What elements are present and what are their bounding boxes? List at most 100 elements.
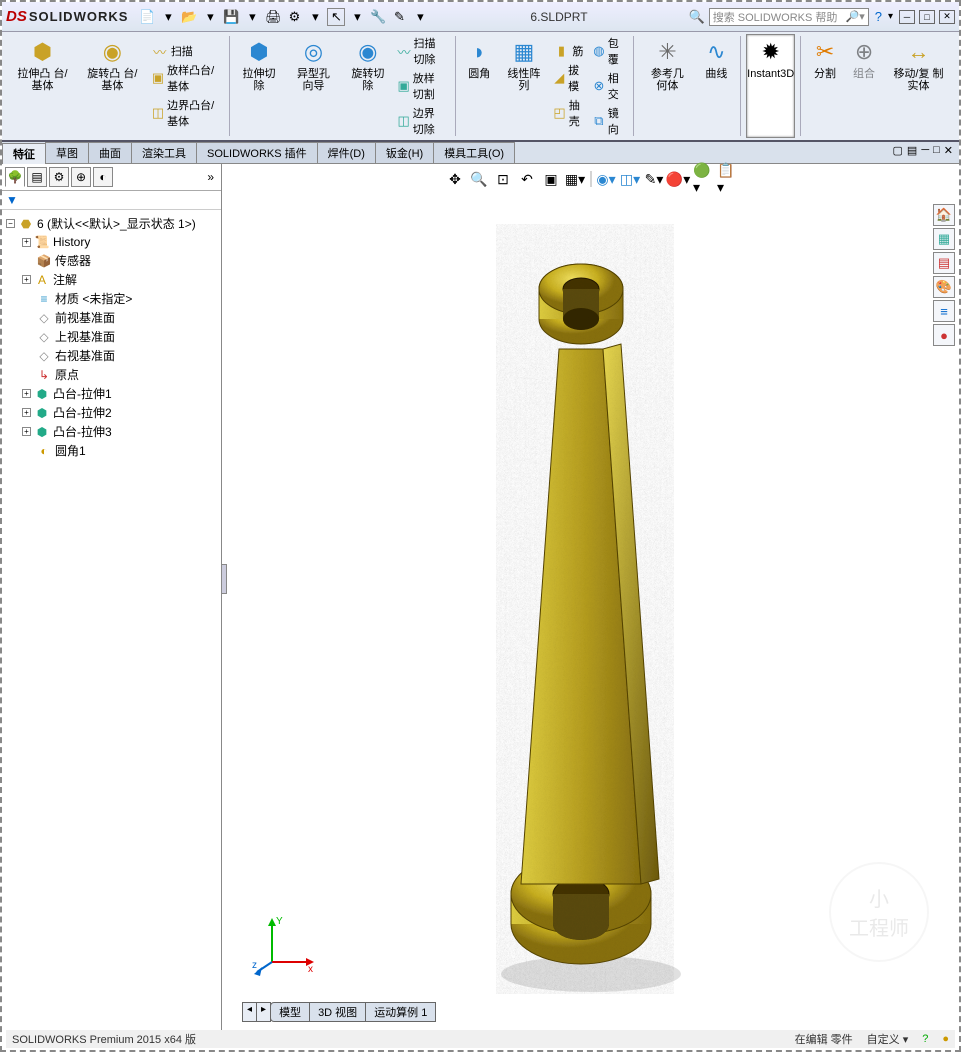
revolve-boss-button[interactable]: ◉旋转凸 台/基体 (78, 34, 147, 138)
curves-button[interactable]: ∿曲线 (697, 34, 735, 138)
extrude-boss-button[interactable]: ⬢拉伸凸 台/基体 (8, 34, 77, 138)
wrap-button[interactable]: ◍包覆 (589, 34, 628, 68)
expand-icon[interactable]: + (22, 427, 31, 436)
tab-features[interactable]: 特征 (2, 143, 46, 164)
hole-wizard-button[interactable]: ◎异型孔 向导 (285, 34, 343, 138)
mirror-button[interactable]: ⧉镜向 (589, 104, 628, 138)
close-button[interactable]: ✕ (939, 10, 955, 24)
minimize-button[interactable]: ─ (899, 10, 915, 24)
doc-maximize-button[interactable]: □ (933, 144, 940, 161)
tree-item[interactable]: ◐圆角1 (4, 441, 219, 460)
appearances-icon[interactable]: ≡ (933, 300, 955, 322)
section-icon[interactable]: ▣ (542, 170, 560, 188)
search-input[interactable]: 搜索 SOLIDWORKS 帮助🔎▾ (709, 8, 869, 26)
orientation-triad[interactable]: Y x z (252, 912, 322, 982)
expand-icon[interactable]: − (6, 219, 15, 228)
doc-minimize-button[interactable]: ─ (921, 144, 929, 161)
tree-root[interactable]: −⬣6 (默认<<默认>_显示状态 1>) (4, 214, 219, 233)
doc-close-button[interactable]: ✕ (944, 144, 953, 161)
expand-icon[interactable]: + (22, 238, 31, 247)
tree-item[interactable]: +📜History (4, 233, 219, 251)
custom-props-icon[interactable]: ● (933, 324, 955, 346)
dropdown-icon[interactable]: ▾ (201, 8, 219, 26)
zoom-area-icon[interactable]: ⊡ (494, 170, 512, 188)
zoom-fit-icon[interactable]: 🔍 (470, 170, 488, 188)
tab-scroll-left-icon[interactable]: ◂ (242, 1002, 257, 1022)
display-style-icon[interactable]: ▦▾ (566, 170, 584, 188)
select-icon[interactable]: ↖ (327, 8, 345, 26)
help-icon[interactable]: ? (875, 9, 882, 24)
tab-weldments[interactable]: 焊件(D) (317, 142, 376, 163)
extrude-cut-button[interactable]: ⬢拉伸切 除 (234, 34, 283, 138)
appearance-icon[interactable]: 🔴▾ (669, 170, 687, 188)
maximize-button[interactable]: □ (919, 10, 935, 24)
tree-item[interactable]: ◇右视基准面 (4, 346, 219, 365)
tree-item[interactable]: +⬢凸台-拉伸3 (4, 422, 219, 441)
sweep-button[interactable]: 〰扫描 (148, 42, 224, 60)
move-copy-button[interactable]: ↔移动/复 制实体 (884, 34, 953, 138)
new-doc-icon[interactable]: 📄 (138, 8, 156, 26)
tree-item[interactable]: ◇前视基准面 (4, 308, 219, 327)
rib-button[interactable]: ▮筋 (549, 42, 588, 60)
tab-render[interactable]: 渲染工具 (131, 142, 197, 163)
tree-item[interactable]: ◇上视基准面 (4, 327, 219, 346)
panel-collapse-icon[interactable]: » (207, 170, 214, 184)
3dview-tab[interactable]: 3D 视图 (309, 1002, 366, 1022)
loft-button[interactable]: ▣放样凸台/基体 (148, 61, 224, 95)
display-tab[interactable]: ◐ (93, 167, 113, 187)
model-tab[interactable]: 模型 (270, 1002, 310, 1022)
intersect-button[interactable]: ⊗相交 (589, 69, 628, 103)
tree-item[interactable]: 📦传感器 (4, 251, 219, 270)
sketch-icon[interactable]: ✎ (390, 8, 408, 26)
dropdown-icon[interactable]: ▾ (243, 8, 261, 26)
property-tab[interactable]: ▤ (27, 167, 47, 187)
dropdown-icon[interactable]: ▾ (888, 11, 893, 22)
dimxpert-tab[interactable]: ⊕ (71, 167, 91, 187)
loft-cut-button[interactable]: ▣放样切割 (393, 69, 449, 103)
expand-icon[interactable]: + (22, 408, 31, 417)
rebuild-icon[interactable]: 🔧 (369, 8, 387, 26)
status-help-icon[interactable]: ? (922, 1033, 928, 1045)
cube-icon[interactable]: ◫▾ (621, 170, 639, 188)
dropdown-icon[interactable]: ▾ (348, 8, 366, 26)
tab-sheetmetal[interactable]: 钣金(H) (375, 142, 434, 163)
print-icon[interactable]: 🖨 (264, 8, 282, 26)
tab-mold[interactable]: 模具工具(O) (433, 142, 515, 163)
expand-icon[interactable]: + (22, 275, 31, 284)
view-settings-icon[interactable]: 📋▾ (717, 170, 735, 188)
fillet-button[interactable]: ◗圆角 (460, 34, 498, 138)
split-button[interactable]: ✂分割 (806, 34, 844, 138)
view-palette-icon[interactable]: 🎨 (933, 276, 955, 298)
linear-pattern-button[interactable]: ▦线性阵 列 (499, 34, 548, 138)
shell-button[interactable]: ◰抽壳 (549, 96, 588, 130)
dropdown-icon[interactable]: ▾ (306, 8, 324, 26)
combine-button[interactable]: ⊕组合 (845, 34, 883, 138)
config-tab[interactable]: ⚙ (49, 167, 69, 187)
feature-tree-tab[interactable]: 🌳 (5, 167, 25, 187)
file-explorer-icon[interactable]: ▤ (933, 252, 955, 274)
tab-sketch[interactable]: 草图 (45, 142, 89, 163)
sweep-cut-button[interactable]: 〰扫描切除 (393, 34, 449, 68)
boundary-cut-button[interactable]: ◫边界切除 (393, 104, 449, 138)
tree-item[interactable]: +⬢凸台-拉伸1 (4, 384, 219, 403)
boundary-button[interactable]: ◫边界凸台/基体 (148, 96, 224, 130)
graphics-viewport[interactable]: ✥ 🔍 ⊡ ↶ ▣ ▦▾ ◉▾ ◫▾ ✎▾ 🔴▾ 🟢▾ 📋▾ 🏠 ▦ ▤ 🎨 ≡… (222, 164, 959, 1042)
hide-show-icon[interactable]: ◉▾ (597, 170, 615, 188)
expand-icon[interactable]: + (22, 389, 31, 398)
viewport-single-icon[interactable]: ▢ (893, 144, 903, 161)
prev-view-icon[interactable]: ↶ (518, 170, 536, 188)
status-custom[interactable]: 自定义 ▾ (867, 1031, 909, 1047)
tab-scroll-right-icon[interactable]: ▸ (256, 1002, 271, 1022)
edit-appearance-icon[interactable]: ✎▾ (645, 170, 663, 188)
tree-item[interactable]: ≡材质 <未指定> (4, 289, 219, 308)
options-icon[interactable]: ⚙ (285, 8, 303, 26)
viewport-multi-icon[interactable]: ▤ (907, 144, 917, 161)
scene-icon[interactable]: 🟢▾ (693, 170, 711, 188)
tab-addins[interactable]: SOLIDWORKS 插件 (196, 142, 318, 163)
revolve-cut-button[interactable]: ◉旋转切 除 (343, 34, 392, 138)
motion-study-tab[interactable]: 运动算例 1 (365, 1002, 436, 1022)
filter-icon[interactable]: ▼ (2, 191, 221, 210)
tree-item[interactable]: +A注解 (4, 270, 219, 289)
ref-geometry-button[interactable]: ✳参考几 何体 (639, 34, 697, 138)
home-icon[interactable]: 🏠 (933, 204, 955, 226)
